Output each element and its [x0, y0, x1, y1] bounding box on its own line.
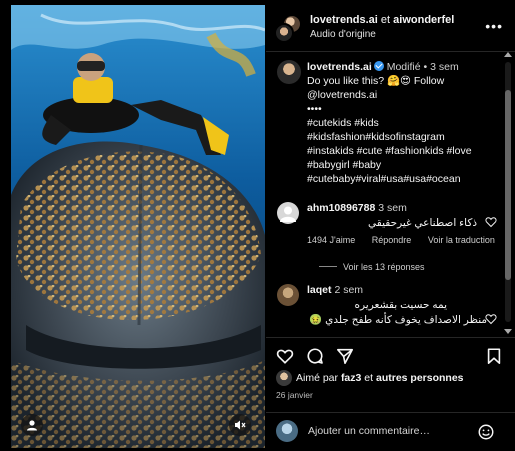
avatar[interactable] — [277, 60, 301, 84]
mute-toggle-button[interactable] — [229, 414, 251, 436]
comment-likes[interactable]: 1494 J'aime — [307, 235, 355, 245]
comment-username: laqet 2 sem — [307, 284, 363, 296]
view-replies-button[interactable]: Voir les 13 réponses — [319, 262, 425, 272]
verified-badge-icon — [373, 61, 384, 71]
heart-icon[interactable] — [276, 347, 294, 365]
audio-link[interactable]: Audio d'origine — [310, 29, 376, 40]
comment-item: laqet 2 sem يمه حسيت بقشعريره منظر الاصد… — [277, 284, 505, 337]
comments-list[interactable]: lovetrends.ai Modifié • 3 sem Do you lik… — [266, 52, 508, 337]
caption-text: Do you like this? 🤗😍 Follow — [307, 75, 445, 87]
comment-username-link[interactable]: ahm10896788 — [307, 202, 375, 214]
scroll-up-arrow-icon[interactable] — [504, 52, 512, 57]
likes-middle: et — [364, 372, 374, 384]
post-details-panel: lovetrends.ai et aiwonderfel Audio d'ori… — [266, 0, 515, 451]
avatar[interactable] — [277, 202, 299, 224]
post-date[interactable]: 26 janvier — [276, 390, 313, 400]
caption-mention[interactable]: @lovetrends.ai — [307, 88, 505, 102]
default-avatar-icon — [280, 206, 296, 222]
muted-speaker-icon — [235, 420, 246, 430]
likes-summary: Aimé par faz3 et autres personnes — [274, 370, 514, 386]
collab-avatars[interactable] — [274, 14, 304, 44]
comment-icon[interactable] — [306, 347, 324, 365]
avatar — [276, 370, 292, 386]
scroll-thumb[interactable] — [505, 90, 511, 280]
post-actions-bar — [266, 337, 515, 371]
comment-item: ahm10896788 3 sem ذكاء اصطناعي غيرحقيقي … — [277, 202, 505, 282]
avatar — [276, 420, 298, 442]
post-video[interactable] — [11, 5, 265, 448]
liker-username[interactable]: faz3 — [341, 372, 361, 384]
add-comment-bar — [266, 412, 515, 451]
bookmark-icon[interactable] — [485, 347, 503, 365]
caption-separator: • — [423, 61, 428, 73]
video-frame-illustration — [11, 5, 265, 448]
tagged-users-button[interactable] — [21, 414, 43, 436]
hashtag-line[interactable]: #cutekids #kids — [307, 116, 505, 130]
comment-time: 2 sem — [334, 284, 364, 296]
comment-text: يمه حسيت بقشعريره — [354, 299, 447, 311]
comment-username-link[interactable]: laqet — [307, 284, 332, 296]
more-options-button[interactable]: ••• — [485, 18, 503, 34]
caption-modified: Modifié — [386, 61, 421, 73]
avatar — [274, 23, 294, 43]
comment-heart-icon[interactable] — [485, 216, 497, 228]
caption-username[interactable]: lovetrends.ai — [307, 61, 372, 73]
emoji-icon[interactable] — [477, 423, 495, 441]
scroll-down-arrow-icon[interactable] — [504, 329, 512, 334]
comment-input[interactable] — [308, 423, 468, 439]
reply-button[interactable]: Répondre — [372, 235, 412, 245]
hashtag-line[interactable]: #kidsfashion#kidsofinstagram — [307, 130, 505, 144]
author-link[interactable]: lovetrends.ai — [310, 14, 378, 26]
author-link[interactable]: aiwonderfel — [393, 14, 454, 26]
comment-time: 3 sem — [378, 202, 407, 214]
hashtag-line[interactable]: #instakids #cute #fashionkids #love — [307, 144, 505, 158]
caption-time: 3 sem — [430, 61, 459, 73]
likes-others-link[interactable]: autres personnes — [376, 372, 464, 384]
likes-text: Aimé par faz3 et autres personnes — [296, 372, 464, 384]
authors-conjunction: et — [380, 14, 391, 26]
view-replies-label: Voir les 13 réponses — [343, 262, 425, 272]
send-icon[interactable] — [336, 347, 354, 365]
post-caption: lovetrends.ai Modifié • 3 sem Do you lik… — [307, 60, 505, 186]
user-icon — [27, 420, 37, 431]
post-header: lovetrends.ai et aiwonderfel Audio d'ori… — [266, 0, 515, 52]
likes-prefix: Aimé par — [296, 372, 339, 384]
comment-text: منظر الاصداف يخوف كأنه طفح جلدي 🤢 — [309, 314, 487, 326]
caption-dots: •••• — [307, 103, 322, 115]
hashtag-line[interactable]: #babygirl #baby — [307, 158, 505, 172]
comment-heart-icon[interactable] — [485, 313, 497, 325]
avatar[interactable] — [277, 284, 299, 306]
comment-username: ahm10896788 3 sem — [307, 202, 407, 214]
post-authors: lovetrends.ai et aiwonderfel — [310, 14, 454, 26]
translate-button[interactable]: Voir la traduction — [428, 235, 495, 245]
hashtag-line[interactable]: #cutebaby#viral#usa#usa#ocean — [307, 172, 505, 186]
post-modal: lovetrends.ai et aiwonderfel Audio d'ori… — [0, 0, 515, 451]
comments-scrollbar[interactable] — [502, 52, 514, 334]
comment-actions: 1494 J'aime Répondre Voir la traduction — [307, 235, 508, 245]
comment-text: ذكاء اصطناعي غيرحقيقي — [368, 217, 477, 229]
divider — [319, 266, 337, 267]
